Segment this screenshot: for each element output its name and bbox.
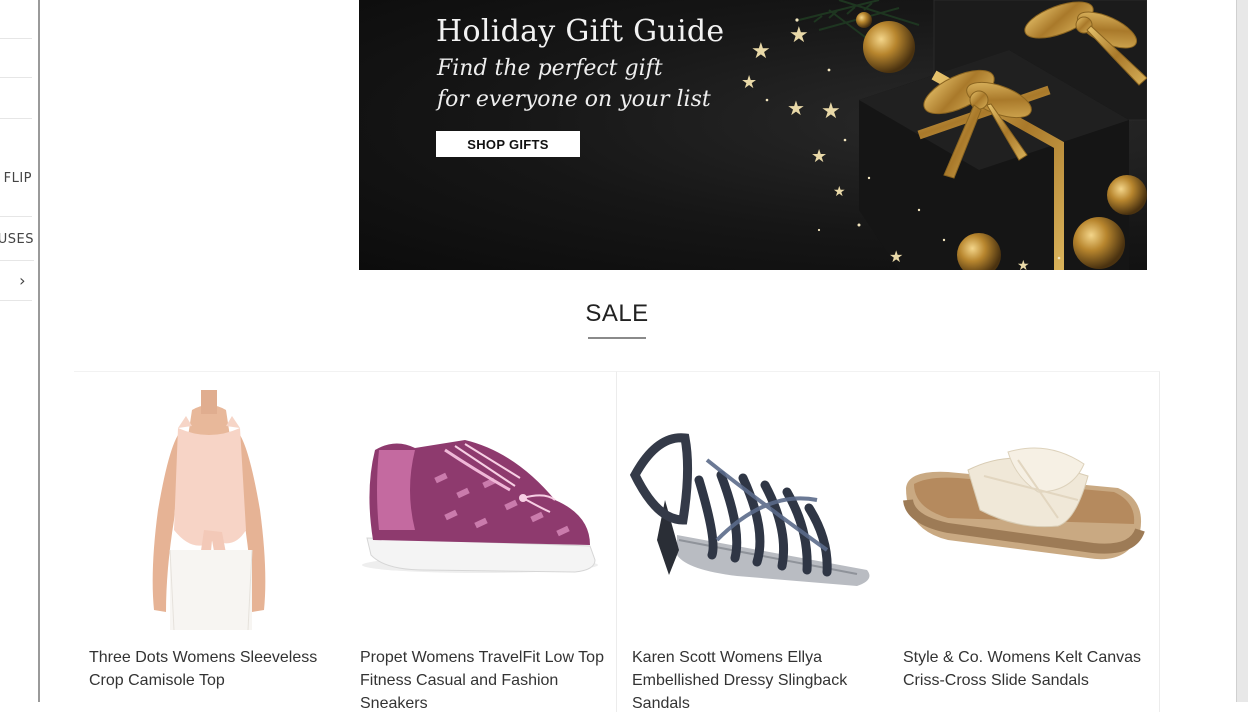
side-menu-item-3[interactable] [0, 78, 32, 119]
pink-camisole-top-image[interactable] [74, 380, 345, 630]
sale-heading: SALE [585, 300, 649, 327]
product-card[interactable]: Style & Co. Womens Kelt Canvas Criss-Cro… [888, 371, 1160, 712]
svg-text:★: ★ [787, 96, 805, 120]
chevron-right-icon: › [19, 271, 26, 290]
svg-text:★: ★ [751, 39, 771, 64]
svg-text:★: ★ [1017, 258, 1030, 270]
side-menu-panel: FLIP USES › [0, 0, 40, 702]
canvas-slide-sandal-image[interactable] [888, 380, 1159, 630]
product-card[interactable]: Propet Womens TravelFit Low Top Fitness … [345, 371, 617, 712]
svg-text:★: ★ [889, 247, 903, 266]
shop-gifts-button[interactable]: SHOP GIFTS [436, 131, 580, 157]
banner-subtitle-line-1: Find the perfect gift [437, 56, 663, 81]
svg-text:★: ★ [811, 146, 827, 167]
product-name[interactable]: Propet Womens TravelFit Low Top Fitness … [360, 646, 610, 715]
sale-heading-underline [588, 337, 646, 339]
holiday-gift-banner[interactable]: ★ ★ ★ ★ ★ ★ ★ ★ ★ Holiday Gift Guide Fin… [359, 0, 1147, 270]
side-menu-item-2[interactable] [0, 39, 32, 78]
side-menu-more-item[interactable]: › [0, 261, 32, 301]
product-name[interactable]: Three Dots Womens Sleeveless Crop Camiso… [89, 646, 339, 692]
product-card[interactable]: Karen Scott Womens Ellya Embellished Dre… [617, 371, 889, 712]
side-menu-item-uses[interactable]: USES [0, 218, 34, 261]
product-name[interactable]: Karen Scott Womens Ellya Embellished Dre… [632, 646, 882, 715]
svg-text:★: ★ [833, 184, 846, 200]
banner-title: Holiday Gift Guide [436, 14, 725, 49]
side-menu-item-1[interactable] [0, 0, 32, 39]
side-menu-item-flip[interactable]: FLIP [0, 119, 32, 217]
navy-slingback-sandal-image[interactable] [617, 380, 888, 630]
svg-text:★: ★ [741, 72, 757, 93]
purple-sneaker-image[interactable] [345, 380, 616, 630]
product-card[interactable]: Three Dots Womens Sleeveless Crop Camiso… [74, 371, 346, 712]
page-scroll-edge [1236, 0, 1248, 702]
svg-text:★: ★ [821, 99, 841, 124]
product-name[interactable]: Style & Co. Womens Kelt Canvas Criss-Cro… [903, 646, 1153, 692]
svg-text:★: ★ [789, 23, 809, 48]
banner-subtitle-line-2: for everyone on your list [437, 87, 711, 112]
